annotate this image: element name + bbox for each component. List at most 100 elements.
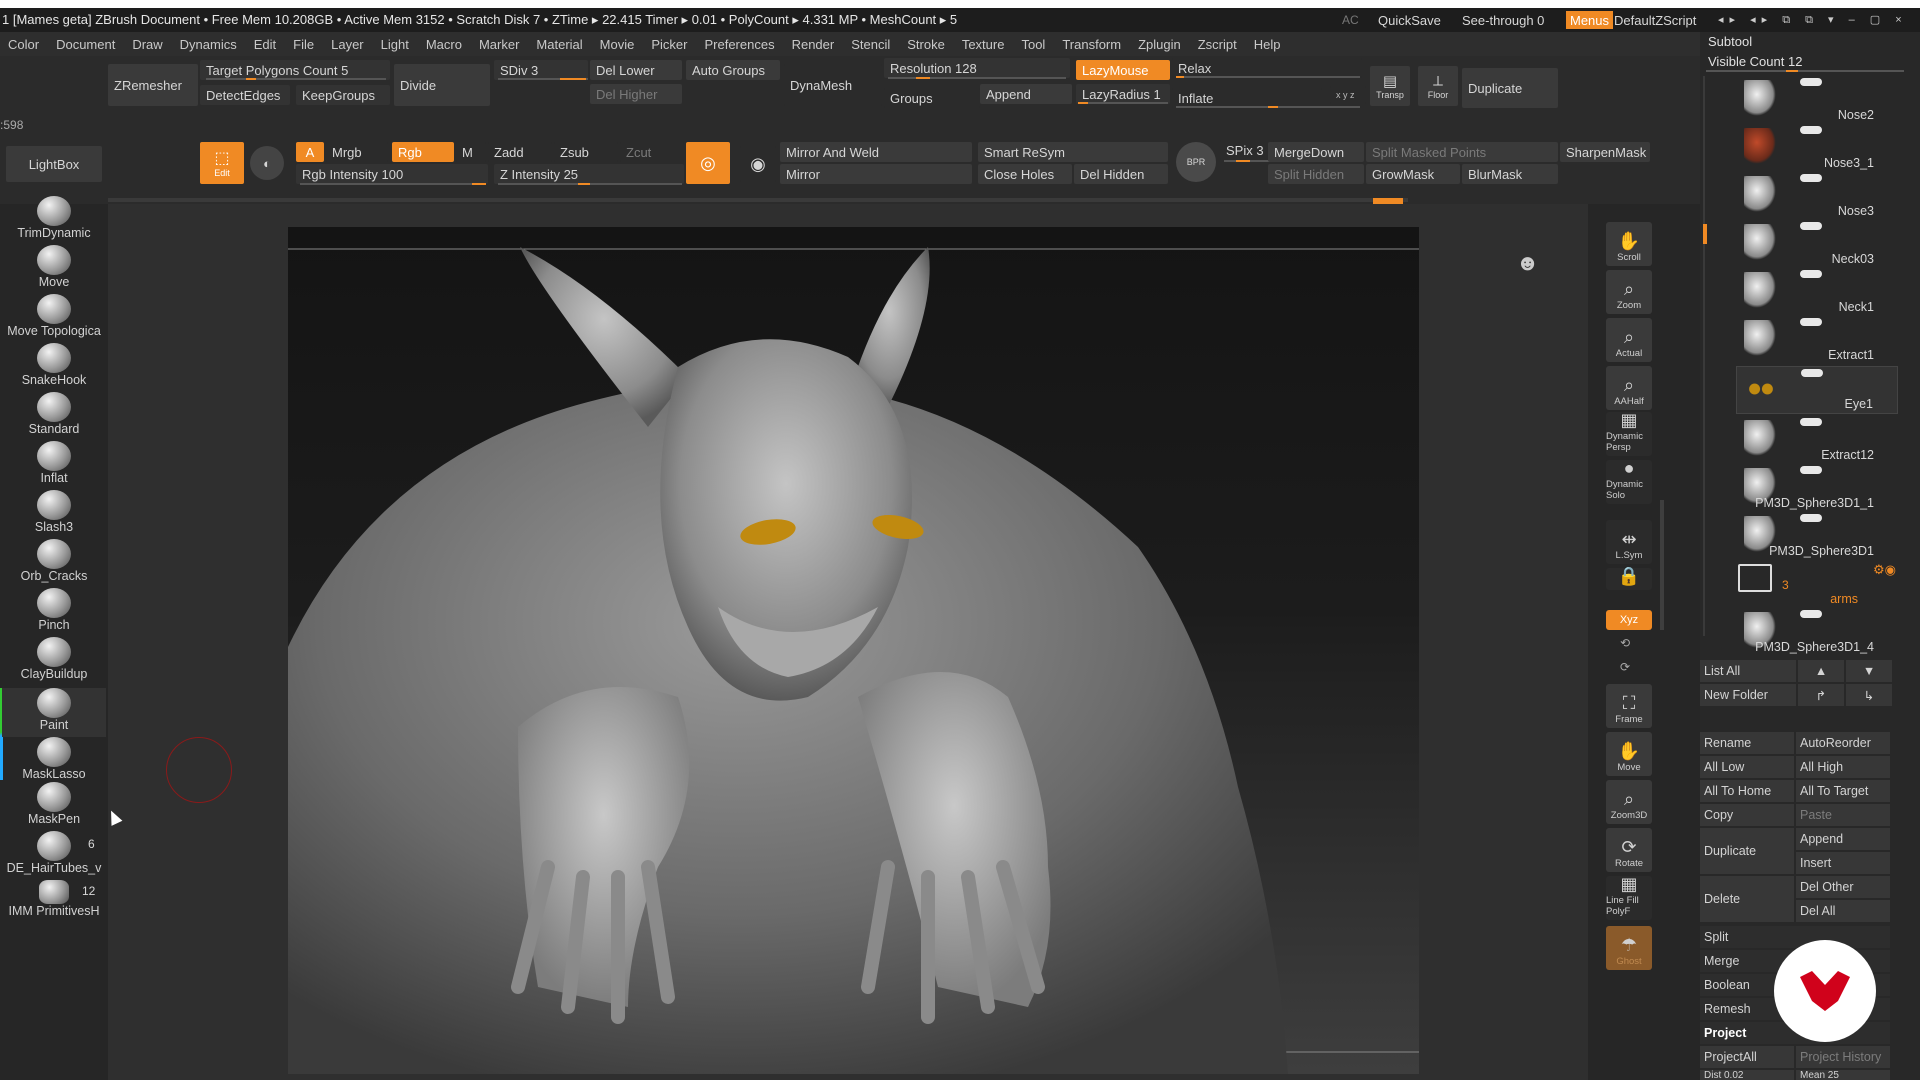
target-polygons-track[interactable] [206,78,386,80]
sharpenmask-button[interactable]: SharpenMask [1560,142,1650,162]
dynamic-size-icon[interactable]: ◉ [740,146,776,182]
m-toggle[interactable]: M [456,142,486,162]
menu-file[interactable]: File [285,37,323,52]
sdiv-slider[interactable]: SDiv 3 [494,60,588,80]
xyz-button[interactable]: Xyz [1606,610,1652,630]
del-other-button[interactable]: Del Other [1796,876,1890,898]
brush-masklasso[interactable]: MaskLasso [2,737,106,786]
rotate-y-icon[interactable]: ⟲ [1620,636,1630,650]
subtool-item-selected[interactable]: Eye1 [1736,366,1898,414]
menu-light[interactable]: Light [373,37,418,52]
visibility-toggle[interactable] [1800,126,1822,134]
divide-button[interactable]: Divide [394,64,490,106]
brush-claybuildup[interactable]: ClayBuildup [2,637,106,686]
detect-edges-button[interactable]: DetectEdges [200,85,290,105]
mean-slider[interactable]: Mean 25 [1796,1070,1890,1080]
xyz-mini-button[interactable]: x y z [1330,86,1366,104]
z-intensity-slider[interactable]: Z Intensity 25 [494,164,684,184]
mirror-and-weld-button[interactable]: Mirror And Weld [780,142,972,162]
menu-draw[interactable]: Draw [124,37,171,52]
subtool-item[interactable]: Nose3 [1736,172,1898,220]
menu-zscript[interactable]: Zscript [1190,37,1246,52]
brush-maskpen[interactable]: MaskPen [2,782,106,831]
all-high-button[interactable]: All High [1796,756,1890,778]
keep-groups-button[interactable]: KeepGroups [296,85,390,105]
subtool-item[interactable]: Extract1 [1736,316,1898,364]
del-higher-button[interactable]: Del Higher [590,84,682,104]
visibility-toggle[interactable] [1800,318,1822,326]
3d-viewport[interactable] [288,227,1419,1074]
groups-button[interactable]: Groups [884,88,980,108]
zoom3d-button[interactable]: ⌕ Zoom3D [1606,780,1652,824]
blurmask-button[interactable]: BlurMask [1462,164,1558,184]
zcut-toggle[interactable]: Zcut [620,142,684,162]
edit-mode-button[interactable]: ⬚ Edit [200,142,244,184]
menu-zplugin[interactable]: Zplugin [1130,37,1190,52]
zadd-toggle[interactable]: Zadd [488,142,552,162]
subtool-folder[interactable]: 3 arms ⚙◉ [1736,560,1898,608]
lock-icon[interactable]: 🔒 [1606,567,1652,590]
zoom-button[interactable]: ⌕ Zoom [1606,270,1652,314]
subtool-item[interactable]: Neck03 [1736,220,1898,268]
polyf-button[interactable]: ▦ Line Fill PolyF [1606,875,1652,920]
visible-count-slider[interactable]: Visible Count 12 [1708,54,1802,69]
brush-slash3[interactable]: Slash3 [2,490,106,539]
close-holes-button[interactable]: Close Holes [978,164,1072,184]
menu-help[interactable]: Help [1246,37,1290,52]
arrow-down-right-icon[interactable]: ↳ [1846,684,1892,706]
navigation-head-icon[interactable]: ☻ [1516,250,1539,276]
inflate-track[interactable] [1176,106,1360,108]
subtool-item[interactable]: Nose2 [1736,76,1898,124]
subtool-item[interactable]: Nose3_1 [1736,124,1898,172]
draw-size-icon[interactable]: ◎ [686,142,730,184]
transp-button[interactable]: ▤ Transp [1370,66,1410,106]
lazyradius-slider[interactable]: LazyRadius 1 [1076,84,1170,104]
visibility-toggle[interactable] [1800,270,1822,278]
del-hidden-button[interactable]: Del Hidden [1074,164,1168,184]
append-button[interactable]: Append [980,84,1072,104]
insert-subtool-button[interactable]: Insert [1796,852,1890,874]
see-through-slider[interactable]: See-through 0 [1462,8,1544,32]
brush-de-hairtubes[interactable]: DE_HairTubes_v 6 [2,831,106,880]
rename-button[interactable]: Rename [1700,732,1794,754]
solo-button[interactable]: ● Dynamic Solo [1606,459,1652,504]
visibility-toggle[interactable] [1800,78,1822,86]
del-all-button[interactable]: Del All [1796,900,1890,922]
duplicate-subtool-button[interactable]: Duplicate [1700,828,1794,874]
new-folder-button[interactable]: New Folder [1700,684,1796,706]
menu-movie[interactable]: Movie [592,37,644,52]
del-lower-button[interactable]: Del Lower [590,60,682,80]
persp-button[interactable]: ▦ Dynamic Persp [1606,411,1652,456]
split-section[interactable]: Split [1700,926,1890,948]
visibility-toggle[interactable] [1800,174,1822,182]
visibility-toggle[interactable] [1800,514,1822,522]
duplicate-shelf-button[interactable]: Duplicate [1462,68,1558,108]
visibility-toggle[interactable] [1801,369,1823,377]
window-controls-icon[interactable]: ◂▸ ◂▸ ⧉ ⧉ ▾ – ▢ × [1718,8,1908,32]
quicksave-button[interactable]: QuickSave [1378,8,1441,32]
menu-document[interactable]: Document [48,37,124,52]
subtool-item[interactable]: PM3D_Sphere3D1 [1736,512,1898,560]
menu-stencil[interactable]: Stencil [843,37,899,52]
right-tray-scrollbar[interactable] [1660,500,1664,630]
autoreorder-button[interactable]: AutoReorder [1796,732,1890,754]
lazymouse-toggle[interactable]: LazyMouse [1076,60,1170,80]
brush-inflat[interactable]: Inflat [2,441,106,490]
rgb-toggle[interactable]: Rgb [392,142,454,162]
split-masked-points-button[interactable]: Split Masked Points [1366,142,1558,162]
projectall-button[interactable]: ProjectAll [1700,1046,1794,1068]
menu-color[interactable]: Color [0,37,48,52]
menu-macro[interactable]: Macro [418,37,471,52]
brush-paint[interactable]: Paint [2,688,106,737]
aahalf-button[interactable]: ⌕ AAHalf [1606,366,1652,410]
menu-edit[interactable]: Edit [246,37,285,52]
floor-button[interactable]: ⟂ Floor [1418,66,1458,106]
subtool-scroll-thumb[interactable] [1703,224,1707,244]
actual-button[interactable]: ⌕ Actual [1606,318,1652,362]
growmask-button[interactable]: GrowMask [1366,164,1460,184]
menu-picker[interactable]: Picker [643,37,696,52]
scroll-button[interactable]: ✋ Scroll [1606,222,1652,266]
mergedown-button[interactable]: MergeDown [1268,142,1364,162]
menu-layer[interactable]: Layer [323,37,373,52]
bpr-button[interactable]: BPR [1176,142,1216,182]
